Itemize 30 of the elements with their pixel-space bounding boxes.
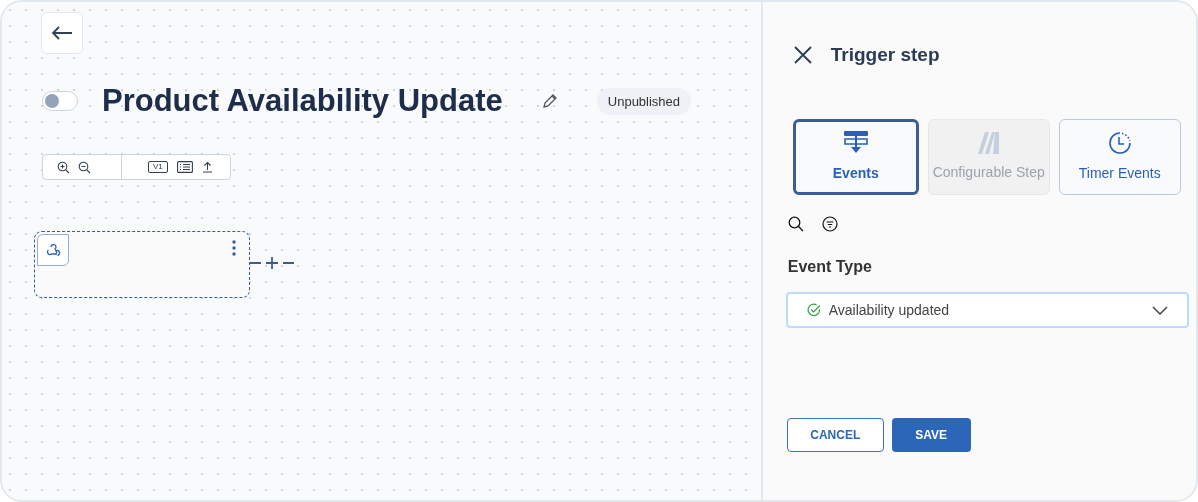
event-type-select[interactable]: Availability updated [785,292,1189,328]
clock-icon [1107,130,1132,155]
back-arrow-icon [51,26,73,40]
close-icon[interactable] [792,45,813,66]
upload-icon[interactable] [201,161,213,173]
filter-icon[interactable] [821,216,838,232]
zoom-out-icon[interactable] [78,160,91,174]
zoom-in-icon[interactable] [57,160,70,174]
more-icon[interactable] [232,240,236,256]
select-value: Availability updated [828,300,950,320]
list-icon[interactable] [176,161,193,173]
field-label: Event Type [787,257,872,277]
slashes-icon [977,131,1000,154]
version-tag[interactable]: V1 [148,161,168,173]
status-badge: Unpublished [596,87,692,115]
back-button[interactable] [41,12,83,54]
events-icon [842,130,869,155]
pencil-icon[interactable] [540,92,559,111]
cancel-button[interactable]: CANCEL [786,418,884,452]
search-icon[interactable] [787,216,804,232]
toggle-switch[interactable] [42,91,78,112]
save-button[interactable]: SAVE [891,418,971,452]
check-circle-icon [806,303,821,317]
workflow-title: Product Availability Update [102,82,503,120]
panel-title: Trigger step [830,43,940,67]
trigger-type-tab[interactable]: Timer Events [1058,119,1181,195]
chevron-down-icon [1151,305,1168,315]
add-step-connector[interactable] [250,255,295,271]
trigger-node[interactable] [34,231,250,298]
trigger-type-tab[interactable]: Events [792,119,919,195]
